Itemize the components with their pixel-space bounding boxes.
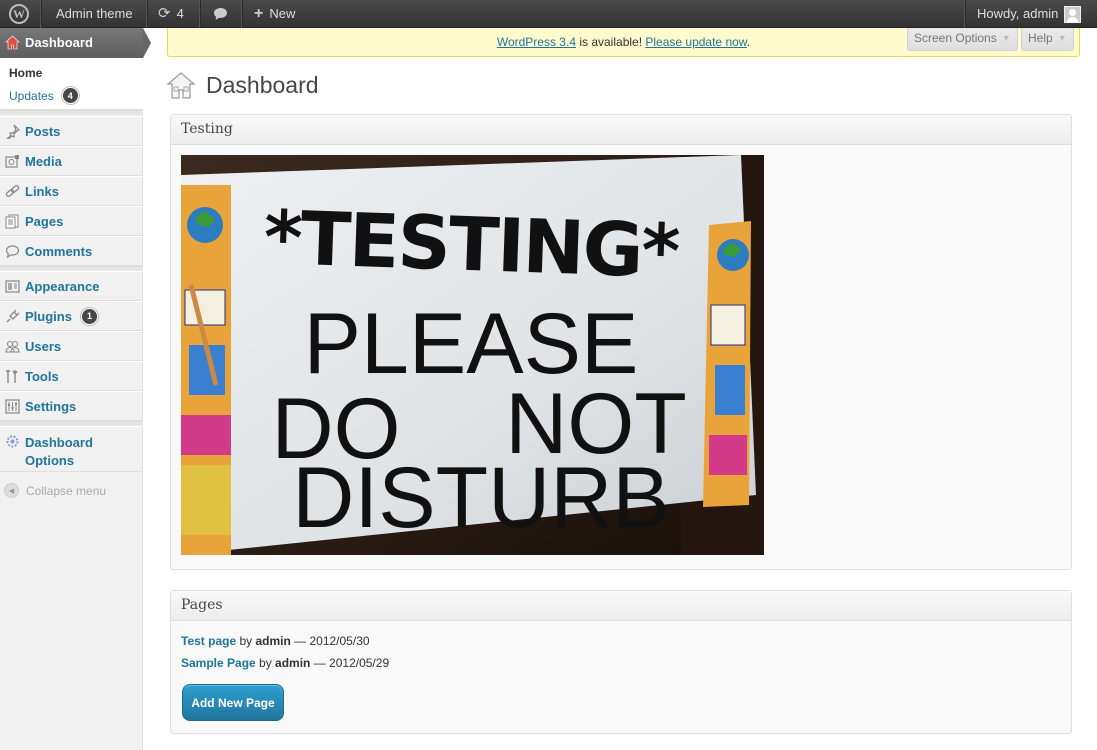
comment-icon bbox=[5, 244, 20, 259]
widget-title: Testing bbox=[181, 121, 233, 137]
by-text: by bbox=[236, 634, 256, 648]
chevron-down-icon: ▼ bbox=[1057, 33, 1067, 43]
pushpin-icon bbox=[5, 124, 20, 139]
list-item: Test page by admin — 2012/05/30 bbox=[181, 634, 370, 648]
add-new-page-button[interactable]: Add New Page bbox=[182, 684, 284, 721]
refresh-icon: ⟳ bbox=[158, 5, 171, 22]
home-icon bbox=[5, 35, 20, 50]
notice-end: . bbox=[746, 35, 751, 49]
settings-icon bbox=[5, 398, 20, 414]
sidebar-item-label: Links bbox=[25, 183, 59, 199]
sidebar-item-label: Media bbox=[25, 153, 62, 169]
help-label: Help bbox=[1028, 31, 1053, 45]
comment-bubble-icon bbox=[214, 8, 227, 20]
sidebar-item-settings[interactable]: Settings bbox=[0, 391, 143, 421]
admin-sidebar: Dashboard Home Updates 4 Posts Media Lin… bbox=[0, 28, 151, 750]
page-title-link[interactable]: Sample Page bbox=[181, 656, 256, 670]
sidebar-item-dashboard[interactable]: Dashboard bbox=[0, 28, 151, 58]
greeting-label: Howdy, admin bbox=[977, 6, 1059, 21]
widget-title: Pages bbox=[181, 597, 223, 613]
plus-icon: + bbox=[254, 5, 264, 22]
sidebar-item-label: Pages bbox=[25, 213, 64, 229]
updates-link[interactable]: ⟳ 4 bbox=[158, 0, 184, 28]
tools-icon bbox=[5, 369, 20, 384]
page-date: — 2012/05/29 bbox=[310, 656, 390, 670]
my-account-link[interactable]: Howdy, admin bbox=[977, 0, 1082, 28]
sidebar-item-label: Settings bbox=[25, 398, 77, 414]
testing-widget: Testing *TESTING* PLEASE DO NOT DISTURB bbox=[170, 114, 1072, 570]
site-name-link[interactable]: Admin theme bbox=[56, 0, 133, 28]
sidebar-item-links[interactable]: Links bbox=[0, 176, 143, 206]
sidebar-item-appearance[interactable]: Appearance bbox=[0, 271, 143, 301]
help-button[interactable]: Help ▼ bbox=[1021, 28, 1074, 51]
submenu-label: Home bbox=[9, 66, 43, 80]
new-label: New bbox=[269, 6, 296, 21]
screen-options-label: Screen Options bbox=[914, 31, 997, 45]
wordpress-logo-icon[interactable]: W bbox=[9, 0, 29, 28]
dashboard-submenu: Home Updates 4 bbox=[0, 58, 143, 110]
testing-sign-image: *TESTING* PLEASE DO NOT DISTURB bbox=[181, 155, 764, 555]
wordpress-version-link[interactable]: WordPress 3.4 bbox=[497, 35, 576, 49]
screen-options-button[interactable]: Screen Options ▼ bbox=[907, 28, 1018, 51]
gear-icon bbox=[5, 434, 20, 449]
list-item: Sample Page by admin — 2012/05/29 bbox=[181, 656, 389, 670]
new-content-link[interactable]: + New bbox=[254, 0, 295, 28]
sidebar-item-label: Appearance bbox=[25, 278, 100, 294]
submenu-updates[interactable]: Updates 4 bbox=[9, 87, 79, 104]
sidebar-item-plugins[interactable]: Plugins 1 bbox=[0, 301, 143, 331]
media-icon bbox=[5, 154, 20, 169]
button-label: Add New Page bbox=[191, 695, 275, 710]
dashboard-home-icon bbox=[166, 72, 196, 99]
sidebar-item-label: Posts bbox=[25, 123, 61, 139]
sidebar-item-label: Comments bbox=[25, 243, 93, 259]
users-icon bbox=[5, 339, 20, 354]
chevron-down-icon: ▼ bbox=[1001, 33, 1011, 43]
plugin-count-badge: 1 bbox=[81, 307, 99, 325]
appearance-icon bbox=[5, 279, 20, 294]
sidebar-item-posts[interactable]: Posts bbox=[0, 116, 143, 146]
comments-link[interactable] bbox=[213, 0, 228, 28]
link-icon bbox=[5, 184, 20, 199]
page-header: Dashboard bbox=[166, 70, 319, 100]
admin-bar: W Admin theme ⟳ 4 + New Howdy, admin bbox=[0, 0, 1097, 28]
sidebar-item-dashboard-options[interactable]: Dashboard Options bbox=[0, 426, 143, 472]
sidebar-item-label: Tools bbox=[25, 368, 59, 384]
collapse-arrow-icon: ◀ bbox=[4, 483, 19, 498]
update-count-badge: 4 bbox=[61, 87, 79, 104]
sign-text-disturb: DISTURB bbox=[292, 450, 669, 546]
update-now-link[interactable]: Please update now bbox=[645, 35, 746, 49]
sign-text-testing: *TESTING* bbox=[262, 195, 680, 295]
page-title: Dashboard bbox=[206, 71, 319, 98]
sidebar-item-tools[interactable]: Tools bbox=[0, 361, 143, 391]
avatar bbox=[1064, 5, 1082, 23]
sidebar-item-media[interactable]: Media bbox=[0, 146, 143, 176]
pages-icon bbox=[5, 214, 20, 229]
sidebar-item-users[interactable]: Users bbox=[0, 331, 143, 361]
collapse-menu-button[interactable]: ◀ Collapse menu bbox=[4, 483, 106, 498]
sidebar-item-label: Dashboard Options bbox=[25, 435, 93, 468]
sidebar-item-label: Users bbox=[25, 338, 62, 354]
plugin-icon bbox=[5, 309, 20, 324]
author-name: admin bbox=[275, 656, 311, 670]
submenu-home[interactable]: Home bbox=[9, 66, 42, 80]
sidebar-item-label: Plugins bbox=[25, 308, 72, 324]
by-text: by bbox=[255, 656, 276, 670]
sidebar-item-pages[interactable]: Pages bbox=[0, 206, 143, 236]
submenu-label: Updates bbox=[9, 88, 54, 103]
pages-widget: Pages Test page by admin — 2012/05/30 Sa… bbox=[170, 590, 1072, 734]
pages-widget-header[interactable]: Pages bbox=[171, 591, 1071, 621]
site-name-label: Admin theme bbox=[56, 6, 133, 21]
testing-widget-header[interactable]: Testing bbox=[171, 115, 1071, 145]
collapse-label: Collapse menu bbox=[26, 483, 107, 498]
sidebar-item-comments[interactable]: Comments bbox=[0, 236, 143, 266]
updates-count: 4 bbox=[176, 6, 184, 21]
page-date: — 2012/05/30 bbox=[290, 634, 370, 648]
sidebar-item-label: Dashboard bbox=[25, 35, 93, 50]
author-name: admin bbox=[255, 634, 291, 648]
notice-text: is available! bbox=[576, 35, 646, 49]
page-title-link[interactable]: Test page bbox=[181, 634, 236, 648]
